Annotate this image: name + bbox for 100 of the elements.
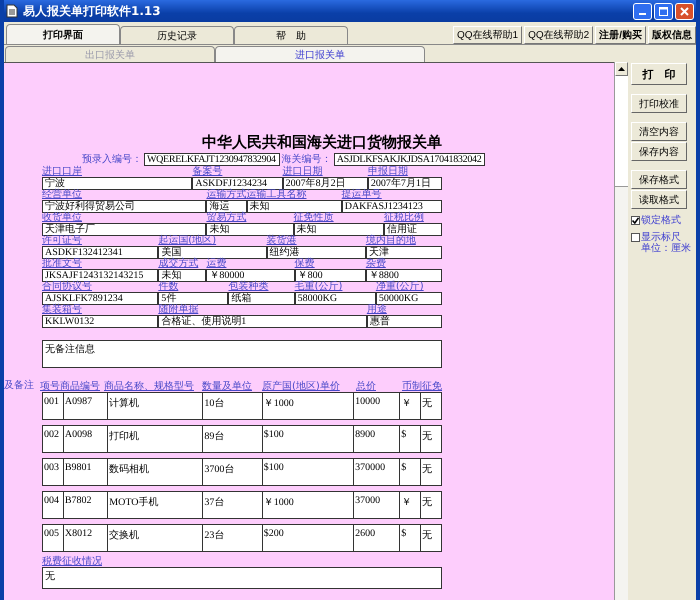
- input-field[interactable]: 天津: [366, 246, 442, 259]
- checkbox[interactable]: [631, 233, 640, 242]
- input-field[interactable]: 2007年8月2日: [282, 177, 368, 190]
- tab[interactable]: 帮 助: [234, 26, 348, 44]
- table-cell[interactable]: 001: [43, 393, 64, 419]
- input-field[interactable]: ￥80000: [206, 269, 295, 282]
- table-cell[interactable]: 8900: [354, 426, 400, 452]
- table-cell[interactable]: ￥: [400, 492, 422, 518]
- button[interactable]: 打印校准: [631, 94, 687, 113]
- table-cell[interactable]: 370000: [354, 459, 400, 485]
- input-field[interactable]: 未知: [206, 223, 294, 236]
- table-cell[interactable]: 无: [421, 459, 442, 485]
- table-cell[interactable]: 10台: [203, 393, 263, 419]
- table-cell[interactable]: $: [400, 426, 422, 452]
- input-field[interactable]: AJSKLFK7891234: [42, 292, 158, 305]
- scroll-up-button[interactable]: [615, 62, 628, 76]
- input-field[interactable]: 天津电子厂: [42, 223, 206, 236]
- table-cell[interactable]: A0098: [64, 426, 108, 452]
- input-field[interactable]: JKSAJF1243132143215: [42, 269, 158, 282]
- input-field[interactable]: 海运: [206, 200, 246, 213]
- table-cell[interactable]: ￥1000: [262, 492, 354, 518]
- table-cell[interactable]: 37000: [354, 492, 400, 518]
- button[interactable]: 读取格式: [631, 190, 687, 209]
- table-cell[interactable]: 交换机: [108, 525, 204, 551]
- input-field[interactable]: 58000KG: [294, 292, 376, 305]
- table-cell[interactable]: ￥: [400, 393, 422, 419]
- table-cell[interactable]: MOTO手机: [108, 492, 204, 518]
- table-cell[interactable]: 无: [421, 492, 442, 518]
- field-label: 备案号: [192, 167, 224, 177]
- table-cell[interactable]: 23台: [203, 525, 263, 551]
- table-cell[interactable]: 005: [43, 525, 64, 551]
- input-field[interactable]: ASKDFJ1234234: [192, 177, 283, 190]
- button[interactable]: 保存格式: [631, 170, 687, 189]
- input-field[interactable]: 无: [42, 567, 442, 589]
- table-cell[interactable]: 无: [421, 426, 442, 452]
- table-cell[interactable]: 3700台: [203, 459, 263, 485]
- field-label: 收货单位: [42, 213, 83, 223]
- table-cell[interactable]: 003: [43, 459, 64, 485]
- table-cell[interactable]: ￥1000: [262, 393, 354, 419]
- table-cell[interactable]: 计算机: [108, 393, 204, 419]
- table-cell[interactable]: 2600: [354, 525, 400, 551]
- input-field[interactable]: WQERELKFAJT1230947832904: [144, 152, 280, 166]
- input-field[interactable]: 合格证、使用说明1: [158, 315, 367, 328]
- field-label: 征税比例: [384, 213, 425, 223]
- input-field[interactable]: 50000KG: [376, 292, 442, 305]
- tab[interactable]: 打印界面: [6, 24, 120, 44]
- table-cell[interactable]: $200: [262, 525, 354, 551]
- toolbar-button[interactable]: QQ在线帮助2: [524, 26, 594, 44]
- table-cell[interactable]: 004: [43, 492, 64, 518]
- maximize-button[interactable]: [654, 2, 673, 20]
- table-cell[interactable]: 89台: [203, 426, 263, 452]
- input-field[interactable]: 2007年7月1日: [368, 177, 442, 190]
- input-field[interactable]: ASJDLKFSAKJKJDSA17041832042: [334, 152, 486, 166]
- table-cell[interactable]: $: [400, 459, 422, 485]
- scrollbar[interactable]: [614, 62, 628, 600]
- table-cell[interactable]: 无: [421, 525, 442, 551]
- toolbar-button[interactable]: 版权信息: [648, 26, 696, 44]
- checkbox[interactable]: [631, 216, 640, 225]
- button[interactable]: 保存内容: [631, 142, 687, 161]
- button[interactable]: 清空内容: [631, 122, 687, 141]
- field-label: 包装种类: [228, 282, 270, 292]
- table-cell[interactable]: 37台: [203, 492, 263, 518]
- field-label: 件数: [158, 282, 180, 292]
- toolbar-button[interactable]: QQ在线帮助1: [452, 26, 522, 44]
- input-field[interactable]: 纽约港: [266, 246, 366, 259]
- close-button[interactable]: [675, 2, 694, 20]
- input-field[interactable]: 5件: [158, 292, 228, 305]
- remarks-field[interactable]: 无备注信息: [42, 340, 442, 368]
- table-cell[interactable]: $100: [262, 426, 354, 452]
- input-field[interactable]: 信用证: [384, 223, 442, 236]
- input-field[interactable]: ASDKF132412341: [42, 246, 158, 259]
- table-cell[interactable]: $: [400, 525, 422, 551]
- scrollbar-thumb[interactable]: [615, 76, 628, 187]
- input-field[interactable]: ￥8800: [366, 269, 442, 282]
- table-cell[interactable]: 无: [421, 393, 442, 419]
- table-cell[interactable]: A0987: [64, 393, 108, 419]
- table-cell[interactable]: B9801: [64, 459, 108, 485]
- tab[interactable]: 历史记录: [120, 26, 234, 44]
- input-field[interactable]: ￥800: [294, 269, 366, 282]
- toolbar-button[interactable]: 注册/购买: [595, 26, 646, 44]
- minimize-button[interactable]: [633, 2, 652, 20]
- table-cell[interactable]: 10000: [354, 393, 400, 419]
- field-label: 贸易方式: [206, 213, 248, 223]
- table-cell[interactable]: 打印机: [108, 426, 204, 452]
- form-title: 中华人民共和国海关进口货物报关单: [202, 135, 442, 151]
- input-field[interactable]: 未知: [294, 223, 384, 236]
- table-cell[interactable]: 002: [43, 426, 64, 452]
- table-cell[interactable]: $100: [262, 459, 354, 485]
- input-field[interactable]: KKLW0132: [42, 315, 158, 328]
- input-field[interactable]: DAKFASJ1234123: [342, 200, 442, 213]
- table-cell[interactable]: 数码相机: [108, 459, 204, 485]
- unit-label: 单位：厘米: [641, 243, 691, 254]
- tab[interactable]: 进口报关单: [215, 46, 425, 62]
- table-cell[interactable]: B7802: [64, 492, 108, 518]
- input-field[interactable]: 未知: [158, 269, 206, 282]
- input-field[interactable]: 未知: [246, 200, 342, 213]
- table-cell[interactable]: X8012: [64, 525, 108, 551]
- button[interactable]: 打 印: [631, 63, 687, 85]
- checkbox-label: 锁定格式: [641, 215, 681, 226]
- input-field[interactable]: 纸箱: [228, 292, 295, 305]
